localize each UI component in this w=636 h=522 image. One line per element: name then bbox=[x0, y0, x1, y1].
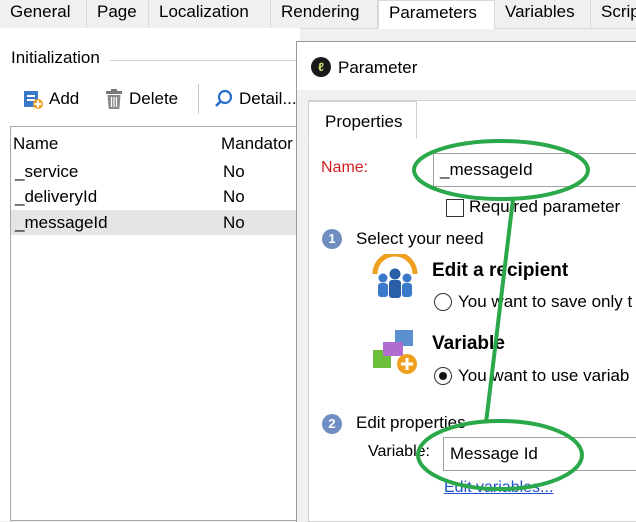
delete-label: Delete bbox=[129, 89, 179, 108]
tab-properties[interactable]: Properties bbox=[308, 101, 417, 139]
dialog-titlebar[interactable]: ℓ Parameter bbox=[297, 42, 636, 90]
tab-general[interactable]: General bbox=[0, 0, 87, 28]
required-checkbox[interactable] bbox=[446, 199, 464, 217]
tab-variables[interactable]: Variables bbox=[495, 0, 591, 28]
tab-properties-label: Properties bbox=[325, 112, 403, 131]
variable-field[interactable]: Message Id bbox=[443, 437, 636, 471]
radio-variable[interactable] bbox=[434, 367, 452, 385]
tab-parameters[interactable]: Parameters bbox=[378, 0, 495, 29]
tab-label: Parameters bbox=[389, 3, 477, 22]
trash-icon bbox=[106, 89, 122, 109]
column-header-name[interactable]: Name bbox=[13, 134, 58, 154]
option-variable-title: Variable bbox=[432, 333, 505, 354]
tab-label: Variables bbox=[505, 2, 575, 21]
add-button[interactable]: Add bbox=[22, 84, 79, 114]
tab-localization[interactable]: Localization bbox=[149, 0, 271, 28]
tab-bar: General Page Localization Rendering Para… bbox=[0, 0, 636, 29]
step-1-badge: 1 bbox=[322, 229, 342, 249]
variable-icon bbox=[373, 330, 417, 374]
app-icon: ℓ bbox=[311, 57, 331, 77]
column-header-mandatory[interactable]: Mandator bbox=[221, 134, 293, 154]
detail-label: Detail... bbox=[239, 89, 297, 108]
step-2-label: Edit properties bbox=[356, 413, 466, 432]
radio-variable-label: You want to use variab bbox=[458, 366, 630, 385]
radio-edit-recipient[interactable] bbox=[434, 293, 452, 311]
row-name: _deliveryId bbox=[15, 187, 98, 206]
variable-field-value: Message Id bbox=[450, 444, 538, 463]
tab-rendering[interactable]: Rendering bbox=[271, 0, 378, 28]
detail-button[interactable]: Detail... bbox=[214, 84, 297, 114]
tab-page[interactable]: Page bbox=[87, 0, 149, 28]
magnifier-icon bbox=[215, 89, 233, 107]
radio-edit-recipient-label: You want to save only t bbox=[458, 292, 633, 311]
toolbar-separator bbox=[198, 84, 199, 114]
recipient-icon bbox=[372, 254, 418, 298]
edit-variables-link[interactable]: Edit variables... bbox=[444, 479, 553, 497]
tab-label: Localization bbox=[159, 2, 249, 21]
row-name: _service bbox=[15, 162, 79, 181]
row-mandatory: No bbox=[223, 162, 245, 181]
row-name: _messageId bbox=[15, 213, 108, 232]
name-field-value: _messageId bbox=[440, 160, 533, 179]
tab-scripts[interactable]: Scrip bbox=[591, 0, 636, 28]
required-label: Required parameter bbox=[469, 197, 621, 216]
dialog-title: Parameter bbox=[338, 58, 418, 77]
name-label: Name: bbox=[321, 159, 369, 176]
list-row[interactable]: _service No bbox=[11, 159, 299, 184]
list-row-selected[interactable]: _messageId No bbox=[11, 210, 299, 235]
row-mandatory: No bbox=[223, 213, 245, 232]
list-header: Name Mandator bbox=[11, 127, 301, 157]
row-mandatory: No bbox=[223, 187, 245, 206]
add-label: Add bbox=[49, 89, 80, 108]
group-divider bbox=[110, 60, 300, 61]
step-1-label: Select your need bbox=[356, 229, 484, 248]
parameters-list[interactable]: Name Mandator _service No _deliveryId No… bbox=[10, 126, 300, 521]
tab-label: Scrip bbox=[601, 2, 636, 21]
step-2-badge: 2 bbox=[322, 414, 342, 434]
name-field[interactable]: _messageId bbox=[433, 153, 636, 187]
delete-button[interactable]: Delete bbox=[104, 84, 178, 114]
option-edit-recipient-title: Edit a recipient bbox=[432, 260, 569, 281]
list-row[interactable]: _deliveryId No bbox=[11, 184, 299, 209]
tab-label: Page bbox=[97, 2, 137, 21]
radio-selected-dot bbox=[439, 372, 447, 380]
tab-label: Rendering bbox=[281, 2, 360, 21]
group-title: Initialization bbox=[11, 48, 100, 67]
tab-label: General bbox=[10, 2, 71, 21]
parameters-panel: Initialization Add Delete Detail... Name… bbox=[0, 28, 300, 521]
parameter-dialog: ℓ Parameter Properties Name: _messageId … bbox=[296, 41, 636, 522]
add-icon bbox=[24, 91, 43, 109]
variable-label: Variable: bbox=[368, 443, 430, 460]
